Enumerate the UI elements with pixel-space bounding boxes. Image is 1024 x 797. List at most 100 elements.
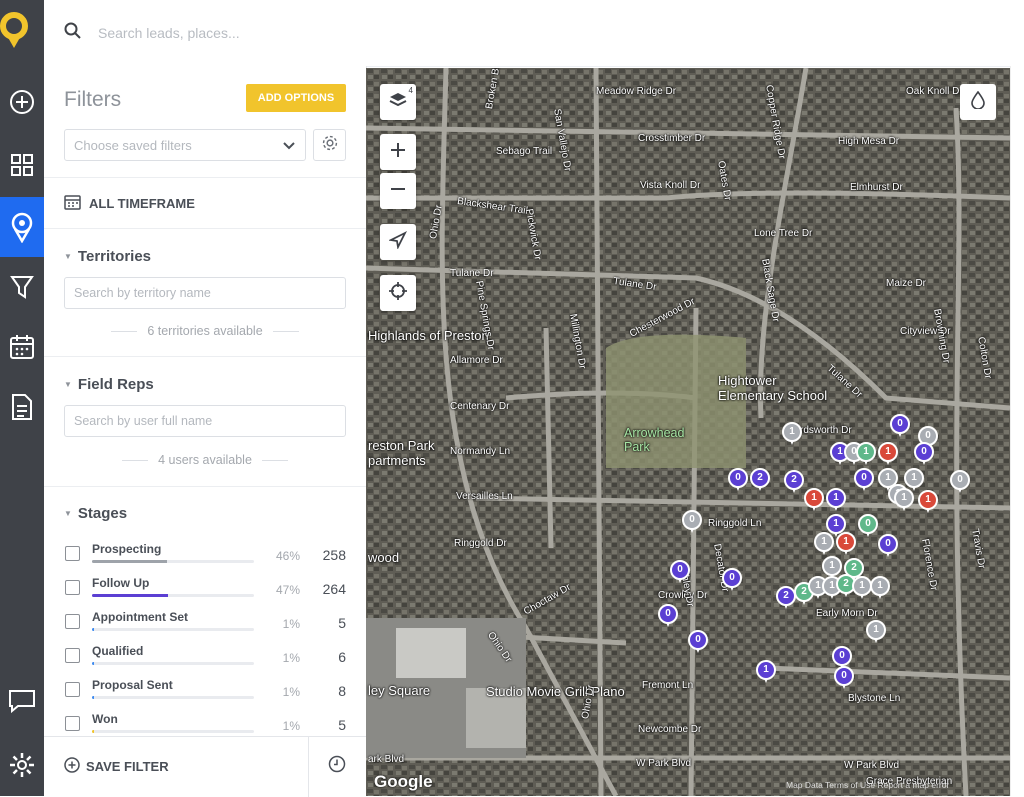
- lead-pin[interactable]: 1: [856, 442, 876, 466]
- caret-down-icon: ▼: [64, 252, 72, 261]
- stage-row[interactable]: Proposal Sent 1% 8: [62, 678, 352, 708]
- lead-pin[interactable]: 1: [918, 490, 938, 514]
- lead-pin[interactable]: 1: [852, 576, 872, 600]
- map-street-label: Early Morn Dr: [816, 608, 878, 619]
- filter-settings-button[interactable]: [313, 129, 346, 161]
- lead-pin[interactable]: 0: [722, 568, 742, 592]
- lead-pin[interactable]: 1: [836, 532, 856, 556]
- locate-me-button[interactable]: [380, 275, 416, 311]
- document-icon[interactable]: [0, 382, 44, 432]
- settings-icon[interactable]: [0, 740, 44, 790]
- lead-pin[interactable]: 0: [728, 468, 748, 492]
- territory-search-input[interactable]: [64, 277, 346, 309]
- stage-checkbox[interactable]: [65, 580, 80, 595]
- water-drop-button[interactable]: [960, 84, 996, 120]
- field-rep-search-input[interactable]: [64, 405, 346, 437]
- lead-pin[interactable]: 0: [890, 414, 910, 438]
- left-nav: [0, 0, 44, 796]
- map-street-label: wood: [368, 550, 400, 565]
- lead-pin[interactable]: 0: [670, 560, 690, 584]
- lead-pin[interactable]: 1: [870, 576, 890, 600]
- stage-checkbox[interactable]: [65, 648, 80, 663]
- pin-count: 0: [832, 646, 852, 666]
- calendar-icon[interactable]: [0, 322, 44, 372]
- map-street-label: rdsworth Dr: [800, 425, 852, 436]
- stage-progress-fill: [92, 696, 95, 699]
- lead-pin[interactable]: 0: [950, 470, 970, 494]
- map-street-label: Studio Movie Grill Plano: [486, 684, 625, 699]
- dashboard-grid-icon[interactable]: [0, 140, 44, 190]
- lead-pin[interactable]: 1: [878, 442, 898, 466]
- map-street-label: Elmhurst Dr: [850, 182, 903, 193]
- layers-button[interactable]: 4: [380, 84, 416, 120]
- lead-pin[interactable]: 1: [826, 488, 846, 512]
- stages-section-toggle[interactable]: ▼ Stages: [64, 505, 127, 522]
- map-street-label: Tulane Dr: [450, 268, 494, 279]
- navigation-arrow-icon: [388, 230, 408, 254]
- lead-pin[interactable]: 1: [866, 620, 886, 644]
- stage-row[interactable]: Prospecting 46% 258: [62, 542, 352, 572]
- lead-pin[interactable]: 0: [688, 630, 708, 654]
- pin-count: 0: [688, 630, 708, 650]
- lead-pin[interactable]: 2: [776, 586, 796, 610]
- lead-pin[interactable]: 1: [894, 488, 914, 512]
- google-logo: Google: [374, 772, 433, 791]
- stage-checkbox[interactable]: [65, 682, 80, 697]
- layers-icon: [388, 91, 408, 114]
- lead-pin[interactable]: 1: [804, 488, 824, 512]
- search-input[interactable]: [96, 20, 500, 46]
- stage-row[interactable]: Qualified 1% 6: [62, 644, 352, 674]
- stage-checkbox[interactable]: [65, 546, 80, 561]
- stage-row[interactable]: Follow Up 47% 264: [62, 576, 352, 606]
- stage-percent: 47%: [275, 583, 300, 597]
- calendar-icon: [64, 194, 81, 213]
- map-attribution[interactable]: Map Data Terms of Use Report a map error: [786, 780, 949, 790]
- map-street-label: Sebago Trail: [496, 146, 553, 157]
- lead-pin[interactable]: 0: [854, 468, 874, 492]
- territories-section-toggle[interactable]: ▼ Territories: [64, 248, 151, 265]
- crosshair-icon: [389, 281, 407, 305]
- lead-pin[interactable]: 0: [914, 442, 934, 466]
- lead-pin[interactable]: 2: [750, 468, 770, 492]
- map-pin-icon[interactable]: [0, 197, 44, 257]
- minus-icon: [390, 181, 406, 202]
- gear-icon: [320, 133, 340, 158]
- saved-filters-select[interactable]: Choose saved filters: [64, 129, 306, 161]
- map-pin-logo-icon[interactable]: [0, 0, 44, 60]
- timeframe-button[interactable]: ALL TIMEFRAME: [64, 194, 195, 213]
- pin-count: 2: [776, 586, 796, 606]
- chat-icon[interactable]: [0, 676, 44, 726]
- stage-count: 258: [322, 547, 346, 563]
- lead-pin[interactable]: 1: [814, 532, 834, 556]
- map-street-label: Maize Dr: [886, 278, 927, 289]
- lead-pin[interactable]: 0: [682, 510, 702, 534]
- add-options-button[interactable]: ADD OPTIONS: [246, 84, 346, 112]
- stage-name: Appointment Set: [92, 610, 188, 624]
- stage-percent: 46%: [275, 549, 300, 563]
- lead-pin[interactable]: 0: [658, 604, 678, 628]
- map-street-label: Blystone Ln: [848, 693, 901, 704]
- lead-pin[interactable]: 2: [784, 470, 804, 494]
- stage-progress-bar: [92, 662, 254, 665]
- funnel-icon[interactable]: [0, 262, 44, 312]
- map-view[interactable]: Meadow Ridge Dr Oak Knoll Dr Broken Bow Dr…: [366, 68, 1010, 796]
- field-reps-section-toggle[interactable]: ▼ Field Reps: [64, 376, 154, 393]
- lead-pin[interactable]: 0: [878, 534, 898, 558]
- lead-pin[interactable]: 0: [834, 666, 854, 690]
- stage-row[interactable]: Appointment Set 1% 5: [62, 610, 352, 640]
- page-title: Filters: [64, 88, 122, 111]
- map-street-label: High Mesa Dr: [838, 136, 900, 147]
- history-icon[interactable]: [328, 755, 346, 778]
- stage-checkbox[interactable]: [65, 716, 80, 731]
- lead-pin[interactable]: 1: [756, 660, 776, 684]
- zoom-out-button[interactable]: [380, 173, 416, 209]
- map-street-label: Hightower Elementary School: [718, 373, 828, 403]
- layers-count: 4: [408, 86, 413, 95]
- lead-pin[interactable]: 1: [782, 422, 802, 446]
- draw-area-button[interactable]: [380, 224, 416, 260]
- save-filter-button[interactable]: SAVE FILTER: [64, 757, 169, 776]
- lead-pin[interactable]: 0: [858, 514, 878, 538]
- zoom-in-button[interactable]: [380, 134, 416, 170]
- stage-checkbox[interactable]: [65, 614, 80, 629]
- add-icon[interactable]: [0, 77, 44, 127]
